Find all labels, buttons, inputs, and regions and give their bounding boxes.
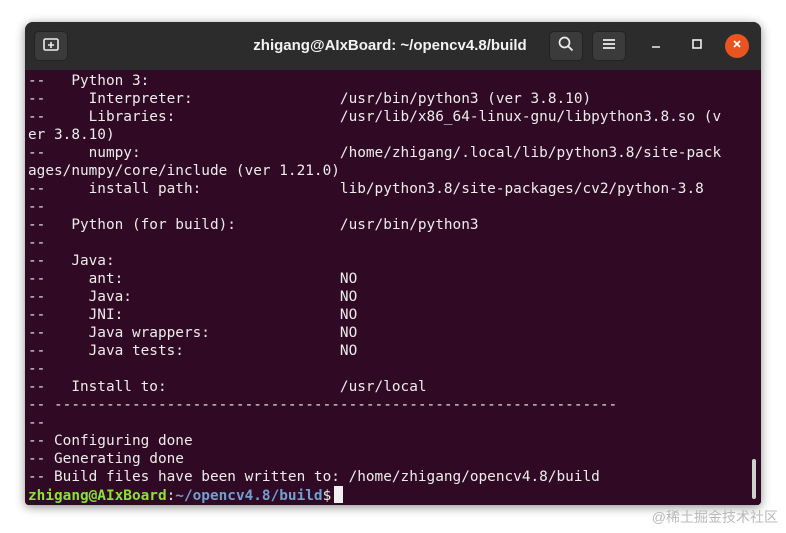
terminal-line: -- Python (for build): /usr/bin/python3: [28, 217, 479, 233]
minimize-button[interactable]: [644, 34, 668, 58]
watermark: @稀土掘金技术社区: [651, 509, 778, 525]
search-icon: [557, 35, 575, 58]
terminal-line: -- Java: NO: [28, 289, 358, 305]
terminal-line: -- Generating done: [28, 451, 184, 467]
maximize-button[interactable]: [685, 34, 709, 58]
window-title: zhigang@AIxBoard: ~/opencv4.8/build: [253, 37, 527, 54]
terminal-line: ages/numpy/core/include (ver 1.21.0): [28, 163, 340, 179]
prompt-user-host: zhigang@AIxBoard: [28, 488, 167, 504]
terminal-line: -- Java tests: NO: [28, 343, 358, 359]
terminal-line: -- Configuring done: [28, 433, 193, 449]
terminal-line: --: [28, 235, 46, 251]
prompt-path: ~/opencv4.8/build: [175, 488, 323, 504]
terminal-output: -- Python 3: -- Interpreter: /usr/bin/pyt…: [28, 72, 721, 504]
terminal-line: -- install path: lib/python3.8/site-pack…: [28, 181, 704, 197]
new-tab-button[interactable]: [34, 31, 68, 61]
text-cursor: [334, 486, 344, 503]
scrollbar-thumb[interactable]: [752, 459, 756, 499]
menu-button[interactable]: [592, 31, 626, 61]
terminal-line: -- Install to: /usr/local: [28, 379, 427, 395]
prompt-separator: :: [166, 488, 176, 504]
hamburger-menu-icon: [600, 35, 618, 58]
terminal-line: -- Python 3:: [28, 73, 150, 89]
terminal-line: -- Build files have been written to: /ho…: [28, 469, 600, 485]
terminal-line: --: [28, 199, 46, 215]
terminal-line: -- Interpreter: /usr/bin/python3 (ver 3.…: [28, 91, 592, 107]
title-bar[interactable]: zhigang@AIxBoard: ~/opencv4.8/build: [25, 22, 761, 70]
terminal-line: -- ant: NO: [28, 271, 358, 287]
terminal-line: -- Libraries: /usr/lib/x86_64-linux-gnu/…: [28, 109, 722, 125]
terminal-line: --: [28, 361, 46, 377]
terminal-line: --: [28, 415, 46, 431]
maximize-icon: [691, 37, 703, 55]
search-button[interactable]: [549, 31, 583, 61]
terminal-line: -- Java:: [28, 253, 115, 269]
terminal-line: -- Java wrappers: NO: [28, 325, 358, 341]
terminal-window: zhigang@AIxBoard: ~/opencv4.8/build -- P…: [25, 22, 761, 505]
new-tab-icon: [42, 35, 60, 58]
terminal-line: -- JNI: NO: [28, 307, 358, 323]
prompt-symbol: $: [322, 488, 332, 504]
terminal-line: -- numpy: /home/zhigang/.local/lib/pytho…: [28, 145, 722, 161]
close-button[interactable]: [725, 34, 749, 58]
minimize-icon: [650, 37, 662, 55]
terminal-output-area[interactable]: -- Python 3: -- Interpreter: /usr/bin/pyt…: [25, 70, 761, 505]
prompt-line[interactable]: zhigang@AIxBoard:~/opencv4.8/build$: [28, 486, 721, 504]
terminal-line: er 3.8.10): [28, 127, 115, 143]
close-icon: [731, 37, 743, 55]
terminal-line: -- -------------------------------------…: [28, 397, 618, 413]
